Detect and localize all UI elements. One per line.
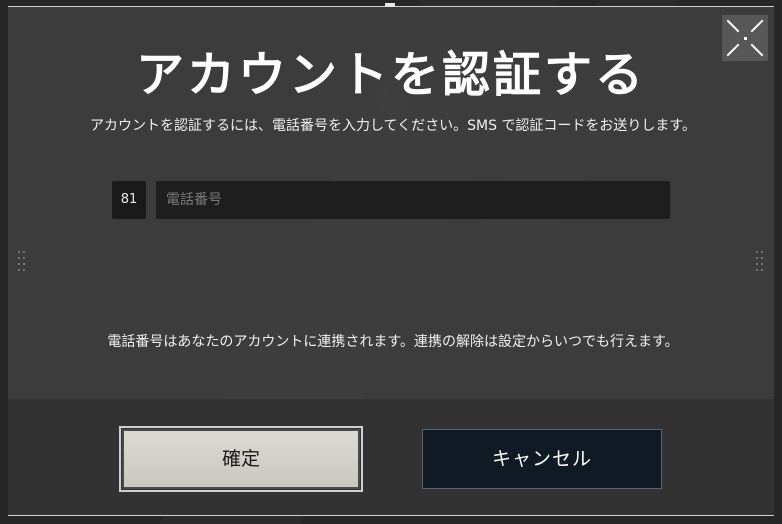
drag-handle-left <box>18 251 25 271</box>
dialog-description: アカウントを認証するには、電話番号を入力してください。SMS で認証コードをお送… <box>89 118 697 134</box>
link-notice: 電話番号はあなたのアカウントに連携されます。連携の解除は設定からいつでも行えます… <box>107 334 679 350</box>
fullscreen-toggle-button[interactable] <box>722 15 768 61</box>
drag-handle-right <box>756 251 763 271</box>
confirm-button[interactable]: 確定 <box>119 426 363 492</box>
app-window: アカウントを認証する アカウントを認証するには、電話番号を入力してください。SM… <box>0 0 782 524</box>
top-notch <box>385 3 395 7</box>
phone-number-input[interactable] <box>156 181 670 219</box>
cancel-button[interactable]: キャンセル <box>422 429 662 489</box>
fullscreen-exit-icon <box>726 19 764 57</box>
country-code-selector[interactable]: 81 <box>112 181 146 219</box>
verify-account-dialog: アカウントを認証する アカウントを認証するには、電話番号を入力してください。SM… <box>8 6 774 516</box>
dialog-title: アカウントを認証する <box>135 47 646 103</box>
